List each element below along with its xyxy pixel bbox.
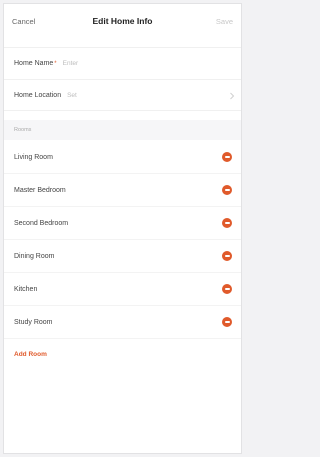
minus-circle-icon[interactable]	[222, 218, 232, 228]
room-name: Dining Room	[14, 252, 55, 260]
home-location-label: Home Location	[14, 91, 62, 99]
home-name-label-text: Home Name	[14, 60, 54, 67]
home-name-label: Home Name*	[14, 60, 57, 67]
cancel-button[interactable]: Cancel	[12, 17, 35, 26]
home-name-input[interactable]	[62, 60, 183, 67]
room-row-kitchen: Kitchen	[4, 273, 241, 306]
minus-circle-icon[interactable]	[222, 251, 232, 261]
home-location-value: Set	[67, 91, 77, 99]
room-name: Study Room	[14, 318, 53, 326]
rooms-section-header: Rooms	[4, 120, 241, 140]
navigation-bar: Cancel Edit Home Info Save	[4, 4, 241, 38]
room-row-living-room: Living Room	[4, 141, 241, 174]
minus-circle-icon[interactable]	[222, 284, 232, 294]
room-name: Living Room	[14, 153, 53, 161]
minus-circle-icon[interactable]	[222, 317, 232, 327]
room-row-study-room: Study Room	[4, 306, 241, 339]
add-room-button[interactable]: Add Room	[14, 351, 47, 358]
room-row-master-bedroom: Master Bedroom	[4, 174, 241, 207]
home-location-row[interactable]: Home Location Set	[4, 79, 241, 111]
minus-circle-icon[interactable]	[222, 185, 232, 195]
phone-screen: Cancel Edit Home Info Save Home Name* Ho…	[3, 3, 242, 454]
room-name: Kitchen	[14, 285, 38, 293]
required-mark: *	[54, 61, 57, 67]
chevron-right-icon	[230, 92, 235, 100]
rooms-header-label: Rooms	[14, 127, 32, 133]
minus-circle-icon[interactable]	[222, 152, 232, 162]
home-name-row: Home Name*	[4, 47, 241, 79]
room-name: Second Bedroom	[14, 219, 69, 227]
room-name: Master Bedroom	[14, 186, 66, 194]
room-row-second-bedroom: Second Bedroom	[4, 207, 241, 240]
page-title: Edit Home Info	[92, 16, 153, 26]
room-row-dining-room: Dining Room	[4, 240, 241, 273]
save-button[interactable]: Save	[216, 17, 233, 26]
